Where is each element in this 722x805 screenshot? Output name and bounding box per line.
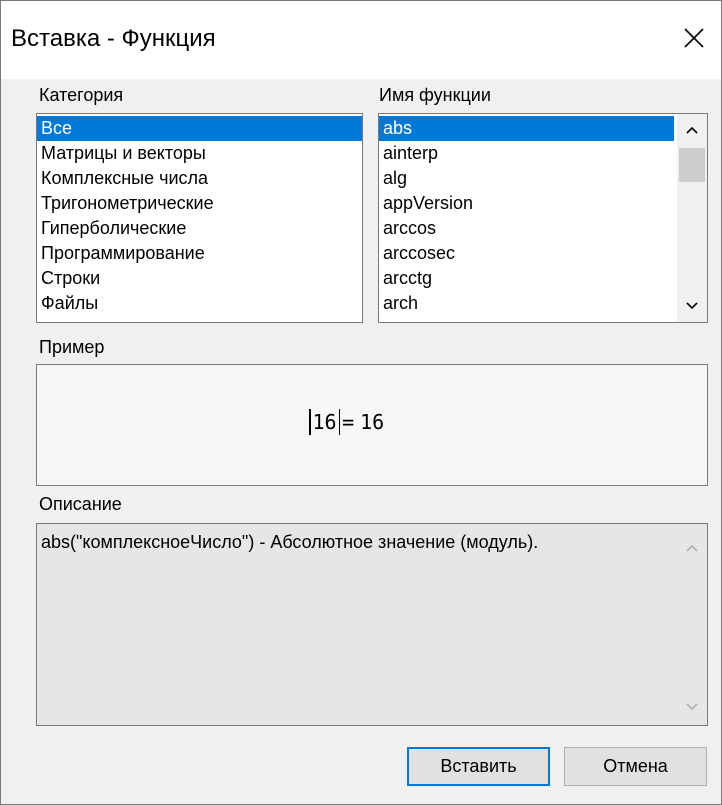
chevron-down-icon	[686, 703, 698, 711]
function-item[interactable]: arccos	[379, 216, 674, 241]
function-item[interactable]: abs	[379, 116, 674, 141]
function-name-listbox[interactable]: abs ainterp alg appVersion arccos arccos…	[378, 113, 708, 323]
desc-scroll-up-button[interactable]	[677, 534, 707, 562]
cancel-button[interactable]: Отмена	[564, 747, 707, 786]
function-item[interactable]: arccosec	[379, 241, 674, 266]
description-text: abs("комплексноеЧисло") - Абсолютное зна…	[41, 532, 539, 552]
category-item[interactable]: Файлы	[37, 291, 362, 316]
close-icon	[684, 28, 704, 48]
category-listbox[interactable]: Все Матрицы и векторы Комплексные числа …	[36, 113, 363, 323]
abs-bar-right	[338, 409, 341, 435]
example-formula: 16 = 16	[307, 409, 384, 435]
title-bar[interactable]: Вставка - Функция	[1, 1, 721, 79]
scroll-up-button[interactable]	[677, 116, 707, 144]
close-button[interactable]	[671, 15, 717, 61]
category-item[interactable]: Матрицы и векторы	[37, 141, 362, 166]
desc-scroll-down-button[interactable]	[677, 693, 707, 721]
category-item[interactable]: Комплексные числа	[37, 166, 362, 191]
description-label: Описание	[39, 494, 122, 514]
function-item[interactable]: appVersion	[379, 191, 674, 216]
example-argument: 16	[312, 410, 337, 434]
category-item[interactable]: Строки	[37, 266, 362, 291]
abs-bar-left	[309, 409, 311, 435]
scroll-down-button[interactable]	[677, 292, 707, 320]
category-item[interactable]: Программирование	[37, 241, 362, 266]
chevron-up-icon	[686, 544, 698, 552]
category-item[interactable]: Тригонометрические	[37, 191, 362, 216]
insert-button[interactable]: Вставить	[407, 747, 550, 786]
description-scrollbar[interactable]	[677, 524, 707, 725]
function-item[interactable]: arch	[379, 291, 674, 316]
scroll-thumb[interactable]	[679, 148, 705, 182]
category-item[interactable]: Все	[37, 116, 362, 141]
function-item[interactable]: ainterp	[379, 141, 674, 166]
function-name-label: Имя функции	[379, 85, 491, 105]
chevron-up-icon	[686, 126, 698, 134]
example-label: Пример	[39, 337, 105, 357]
window-title: Вставка - Функция	[11, 25, 216, 52]
insert-function-dialog: Вставка - Функция Категория Все Матрицы …	[0, 0, 722, 805]
category-label: Категория	[39, 85, 124, 105]
function-item[interactable]: arcctg	[379, 266, 674, 291]
description-box[interactable]: abs("комплексноеЧисло") - Абсолютное зна…	[36, 523, 708, 726]
function-item[interactable]: alg	[379, 166, 674, 191]
example-result: 16	[360, 410, 385, 434]
chevron-down-icon	[686, 302, 698, 310]
example-preview: 16 = 16	[36, 364, 708, 486]
category-item[interactable]: Гиперболические	[37, 216, 362, 241]
function-list-scrollbar[interactable]	[677, 114, 707, 322]
example-equals: =	[342, 410, 355, 434]
